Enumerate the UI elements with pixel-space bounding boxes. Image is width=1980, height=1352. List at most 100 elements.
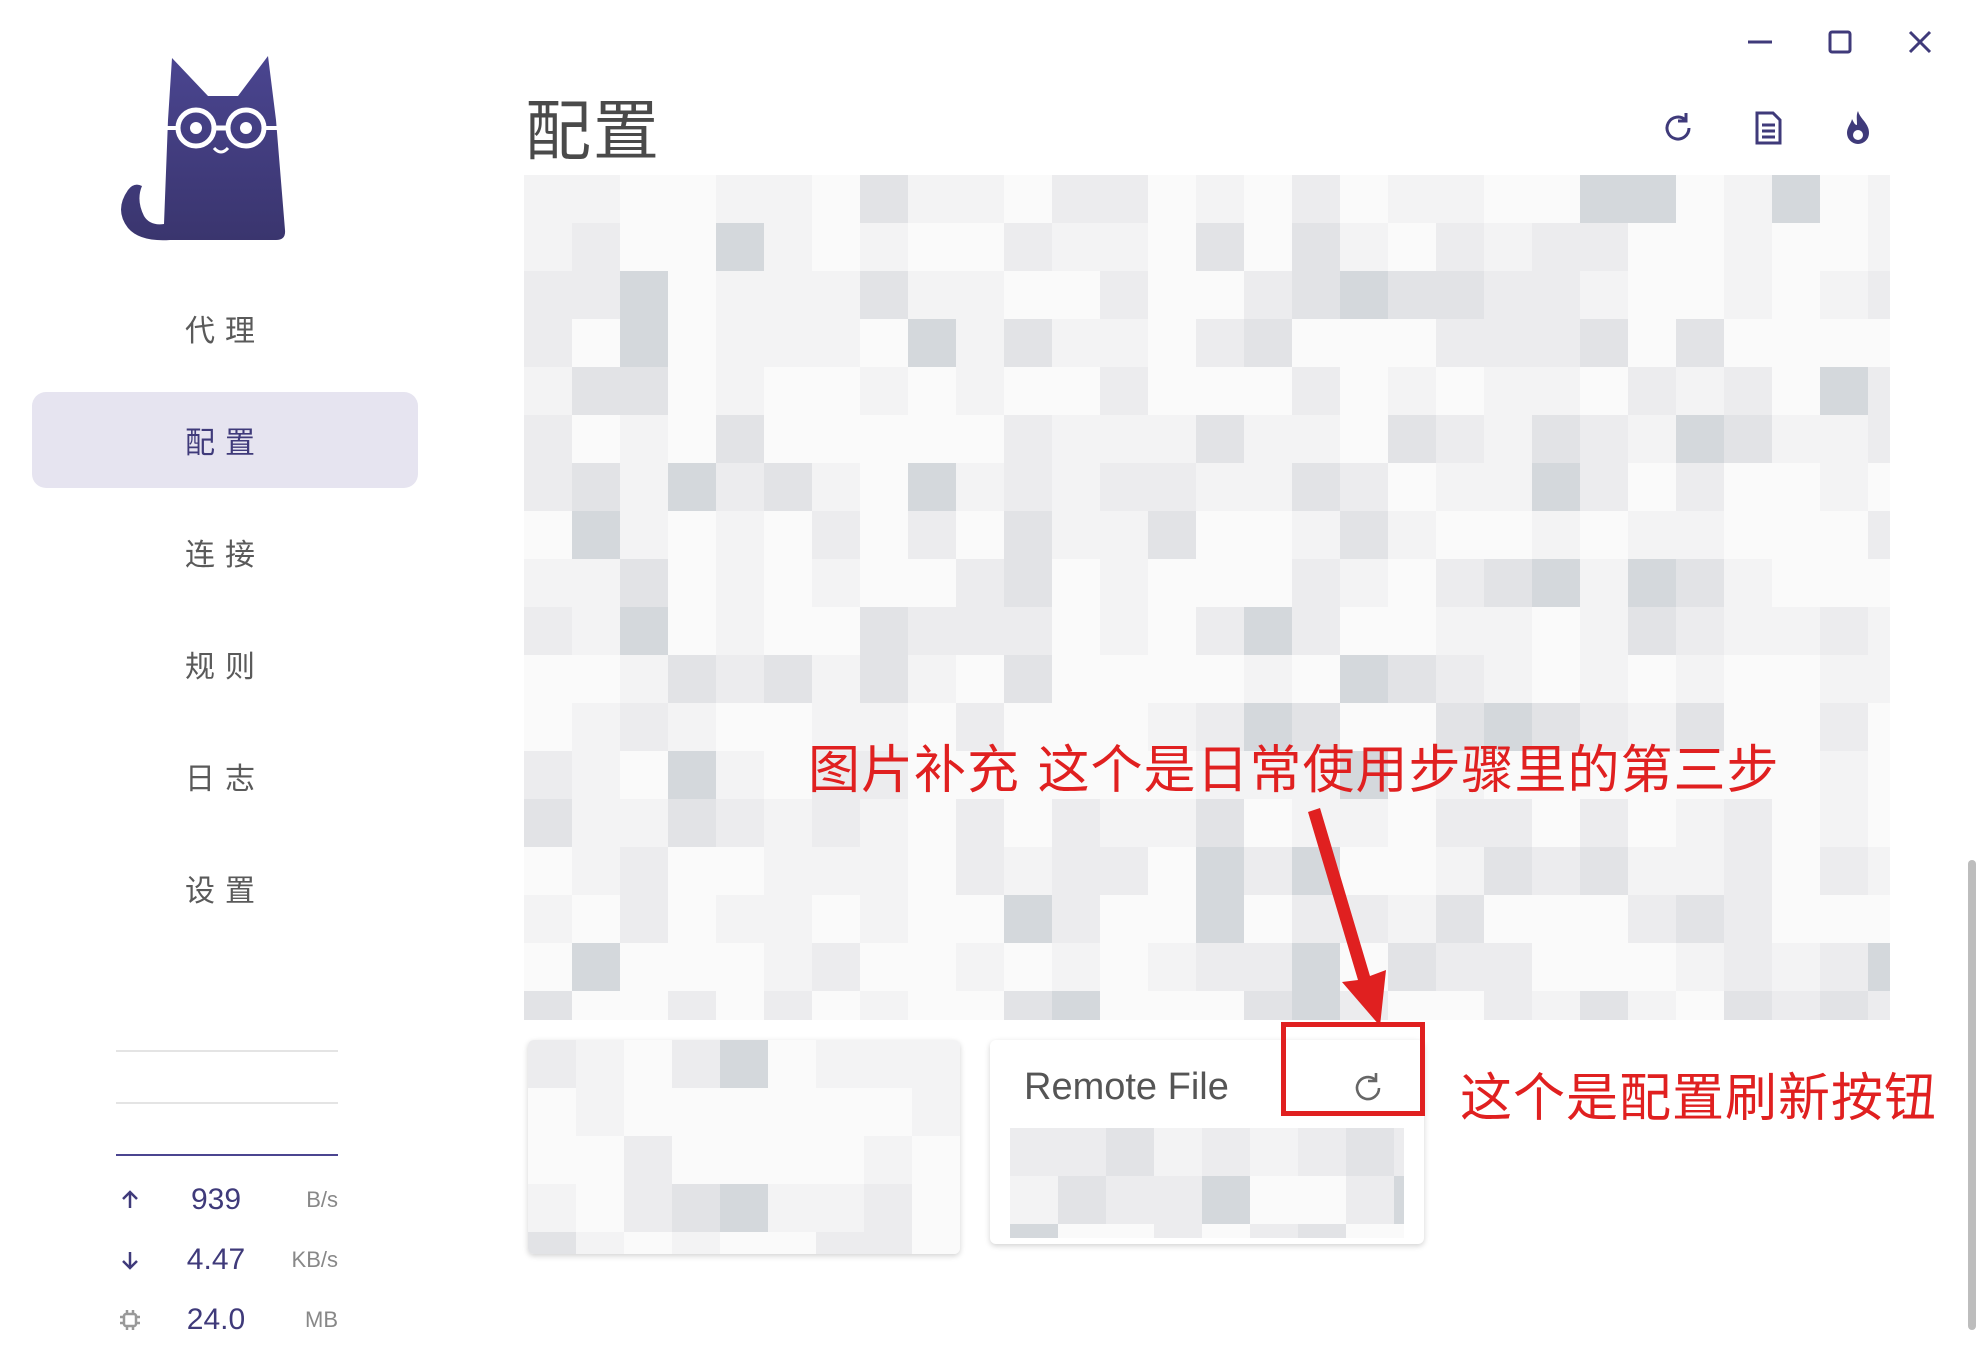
blur-pixel: [1148, 559, 1196, 607]
blur-pixel: [1724, 895, 1772, 943]
blur-pixel: [620, 367, 668, 415]
blur-pixel: [576, 1136, 624, 1184]
blur-pixel: [572, 943, 620, 991]
blur-pixel: [768, 1232, 816, 1254]
blur-pixel: [956, 799, 1004, 847]
blur-pixel: [1484, 943, 1532, 991]
blur-pixel: [716, 607, 764, 655]
maximize-button[interactable]: [1820, 22, 1860, 62]
blur-pixel: [1532, 367, 1580, 415]
blur-pixel: [1388, 175, 1436, 223]
blur-pixel: [812, 271, 860, 319]
blur-pixel: [1820, 895, 1868, 943]
blur-pixel: [1100, 271, 1148, 319]
blur-pixel: [720, 1088, 768, 1136]
view-log-button[interactable]: [1746, 106, 1790, 150]
blur-pixel: [624, 1232, 672, 1254]
blur-pixel: [1772, 559, 1820, 607]
blur-pixel: [1292, 319, 1340, 367]
blur-pixel: [1244, 271, 1292, 319]
blur-pixel: [1292, 655, 1340, 703]
blur-pixel: [1436, 991, 1484, 1020]
blur-pixel: [1676, 559, 1724, 607]
blur-pixel: [1532, 559, 1580, 607]
blur-pixel: [1820, 847, 1868, 895]
hot-update-button[interactable]: [1836, 106, 1880, 150]
blur-pixel: [1868, 847, 1890, 895]
blur-pixel: [1868, 559, 1890, 607]
blur-pixel: [1580, 319, 1628, 367]
blur-pixel: [764, 319, 812, 367]
blur-pixel: [1676, 943, 1724, 991]
sidebar-item-settings[interactable]: 设置: [32, 840, 418, 936]
blur-pixel: [1676, 175, 1724, 223]
blur-pixel: [1820, 559, 1868, 607]
blur-pixel: [1052, 511, 1100, 559]
blur-pixel: [1244, 463, 1292, 511]
blur-pixel: [1004, 655, 1052, 703]
blur-pixel: [1394, 1224, 1404, 1238]
blur-pixel: [1058, 1176, 1106, 1224]
blur-pixel: [1724, 511, 1772, 559]
card-title: Remote File: [1024, 1066, 1229, 1108]
graph-line-accent: [116, 1154, 338, 1156]
blur-pixel: [908, 175, 956, 223]
blur-pixel: [1580, 223, 1628, 271]
blur-pixel: [1394, 1176, 1404, 1224]
blur-pixel: [908, 655, 956, 703]
blur-pixel: [816, 1088, 864, 1136]
blur-pixel: [1196, 367, 1244, 415]
blur-pixel: [524, 847, 572, 895]
blur-pixel: [620, 607, 668, 655]
blur-pixel: [1772, 463, 1820, 511]
blur-pixel: [1772, 847, 1820, 895]
profile-card[interactable]: [528, 1040, 960, 1254]
blur-pixel: [860, 847, 908, 895]
blur-pixel: [524, 799, 572, 847]
traffic-stats: 939 B/s 4.47 KB/s 24.0 MB: [116, 1170, 338, 1350]
sidebar-item-logs[interactable]: 日志: [32, 728, 418, 824]
blur-pixel: [1436, 559, 1484, 607]
blur-pixel: [1676, 367, 1724, 415]
blur-pixel: [1244, 223, 1292, 271]
blur-pixel: [812, 991, 860, 1020]
blur-pixel: [1154, 1176, 1202, 1224]
minimize-button[interactable]: [1740, 22, 1780, 62]
blur-pixel: [1484, 847, 1532, 895]
blur-pixel: [1250, 1224, 1298, 1238]
blur-pixel: [1676, 271, 1724, 319]
blur-pixel: [1580, 271, 1628, 319]
blur-pixel: [1484, 175, 1532, 223]
blur-pixel: [1148, 943, 1196, 991]
blur-pixel: [572, 991, 620, 1020]
close-button[interactable]: [1900, 22, 1940, 62]
blur-pixel: [620, 655, 668, 703]
blur-pixel: [860, 559, 908, 607]
blur-pixel: [524, 367, 572, 415]
blur-pixel: [764, 559, 812, 607]
blur-pixel: [1292, 511, 1340, 559]
blur-pixel: [908, 607, 956, 655]
blur-pixel: [524, 607, 572, 655]
sidebar-item-profiles[interactable]: 配置: [32, 392, 418, 488]
blur-pixel: [1052, 415, 1100, 463]
blur-pixel: [1292, 607, 1340, 655]
blur-pixel: [1772, 319, 1820, 367]
blur-pixel: [812, 655, 860, 703]
blur-pixel: [956, 895, 1004, 943]
refresh-all-button[interactable]: [1656, 106, 1700, 150]
blur-pixel: [860, 415, 908, 463]
blur-pixel: [1100, 895, 1148, 943]
graph-line: [116, 1050, 338, 1052]
maximize-icon: [1828, 30, 1852, 54]
refresh-icon: [1665, 113, 1691, 141]
sidebar-item-connections[interactable]: 连接: [32, 504, 418, 600]
sidebar-item-rules[interactable]: 规则: [32, 616, 418, 712]
blur-pixel: [1292, 367, 1340, 415]
scrollbar[interactable]: [1968, 860, 1976, 1330]
blur-pixel: [1244, 175, 1292, 223]
download-unit: KB/s: [291, 1247, 338, 1272]
blur-pixel: [908, 943, 956, 991]
sidebar-item-proxy[interactable]: 代理: [32, 280, 418, 376]
blur-pixel: [764, 511, 812, 559]
